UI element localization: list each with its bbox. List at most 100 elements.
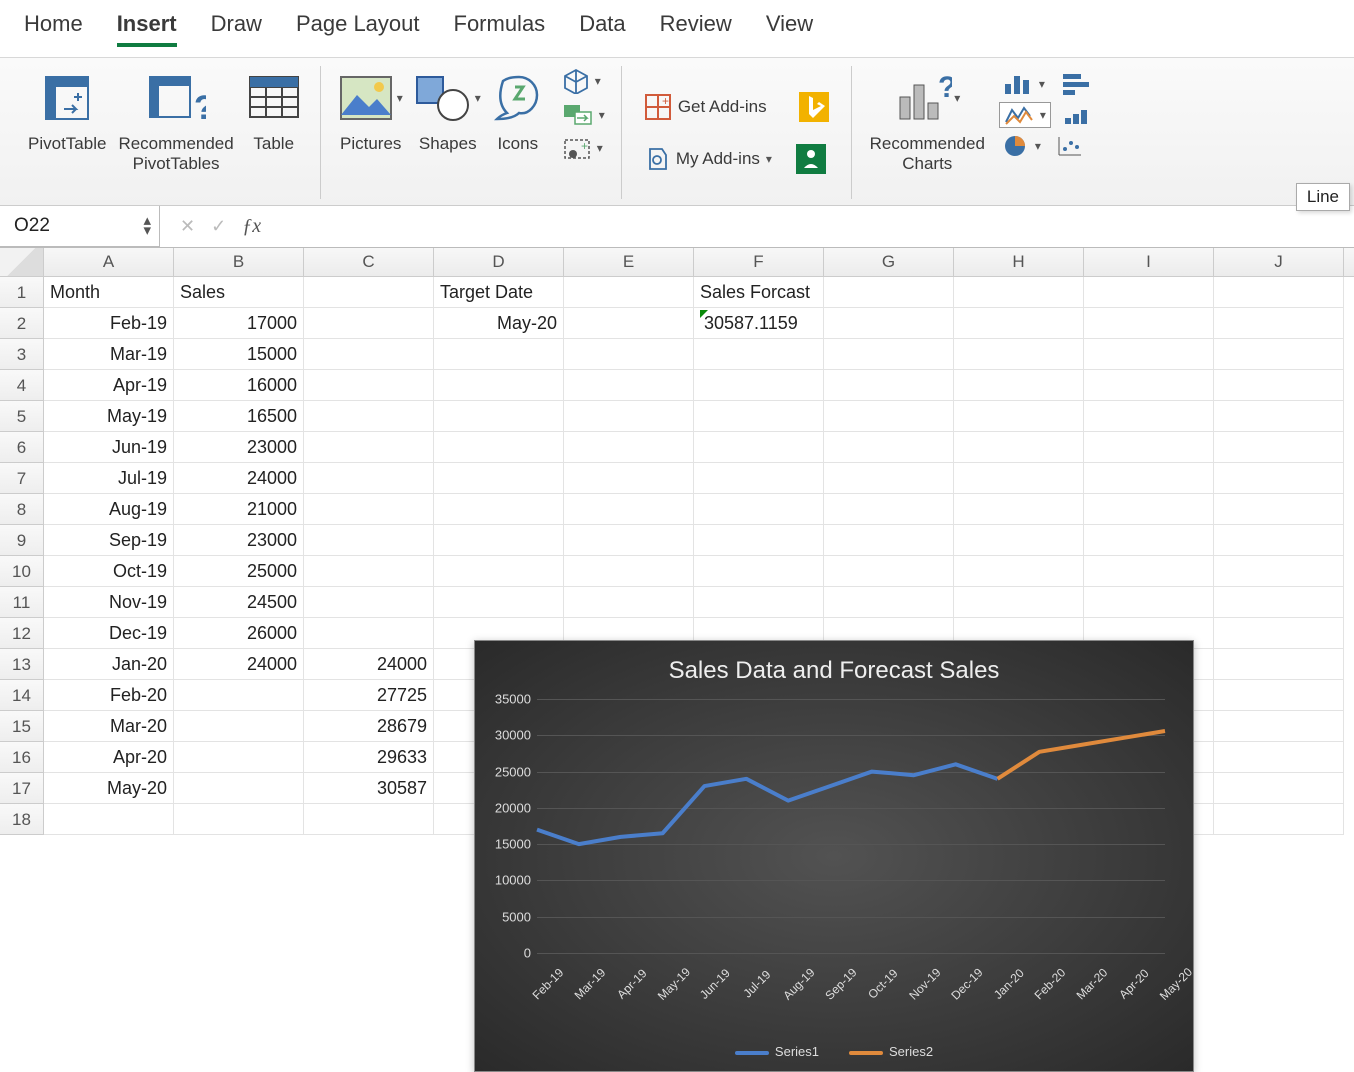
cell-G9[interactable] [824, 525, 954, 556]
cell-E7[interactable] [564, 463, 694, 494]
cell-E9[interactable] [564, 525, 694, 556]
cell-B10[interactable]: 25000 [174, 556, 304, 587]
shapes-button[interactable]: ▾ Shapes [415, 66, 481, 154]
tab-page-layout[interactable]: Page Layout [296, 11, 420, 47]
row-header-5[interactable]: 5 [0, 401, 44, 432]
select-all-corner[interactable] [0, 248, 44, 276]
pivottable-button[interactable]: PivotTable [28, 66, 106, 154]
cell-F1[interactable]: Sales Forcast [694, 277, 824, 308]
cell-D8[interactable] [434, 494, 564, 525]
cell-F7[interactable] [694, 463, 824, 494]
fx-icon[interactable]: ƒx [242, 215, 261, 238]
cell-B1[interactable]: Sales [174, 277, 304, 308]
bar-chart-button[interactable] [1057, 70, 1095, 98]
row-header-12[interactable]: 12 [0, 618, 44, 649]
cell-B12[interactable]: 26000 [174, 618, 304, 649]
cell-A5[interactable]: May-19 [44, 401, 174, 432]
col-header-J[interactable]: J [1214, 248, 1344, 276]
tab-review[interactable]: Review [660, 11, 732, 47]
cell-D1[interactable]: Target Date [434, 277, 564, 308]
cell-H8[interactable] [954, 494, 1084, 525]
cell-G5[interactable] [824, 401, 954, 432]
pictures-button[interactable]: ▾ Pictures [339, 66, 403, 154]
col-header-G[interactable]: G [824, 248, 954, 276]
cell-D2[interactable]: May-20 [434, 308, 564, 339]
cell-G8[interactable] [824, 494, 954, 525]
cell-C1[interactable] [304, 277, 434, 308]
cell-J2[interactable] [1214, 308, 1344, 339]
cell-A3[interactable]: Mar-19 [44, 339, 174, 370]
tab-draw[interactable]: Draw [211, 11, 262, 47]
cell-D10[interactable] [434, 556, 564, 587]
cell-H4[interactable] [954, 370, 1084, 401]
cell-B16[interactable] [174, 742, 304, 773]
cell-F8[interactable] [694, 494, 824, 525]
enter-icon[interactable]: ✓ [211, 216, 226, 237]
row-header-17[interactable]: 17 [0, 773, 44, 804]
cell-C2[interactable] [304, 308, 434, 339]
cell-J3[interactable] [1214, 339, 1344, 370]
cell-F4[interactable] [694, 370, 824, 401]
cell-B9[interactable]: 23000 [174, 525, 304, 556]
cell-B11[interactable]: 24500 [174, 587, 304, 618]
cell-A13[interactable]: Jan-20 [44, 649, 174, 680]
cell-E10[interactable] [564, 556, 694, 587]
cell-D7[interactable] [434, 463, 564, 494]
cell-A2[interactable]: Feb-19 [44, 308, 174, 339]
recommended-pivottables-button[interactable]: ? Recommended PivotTables [118, 66, 233, 173]
cell-I7[interactable] [1084, 463, 1214, 494]
cell-G10[interactable] [824, 556, 954, 587]
cell-I4[interactable] [1084, 370, 1214, 401]
cell-B7[interactable]: 24000 [174, 463, 304, 494]
cell-H10[interactable] [954, 556, 1084, 587]
cell-A14[interactable]: Feb-20 [44, 680, 174, 711]
cell-J10[interactable] [1214, 556, 1344, 587]
cell-H5[interactable] [954, 401, 1084, 432]
cell-B18[interactable] [174, 804, 304, 835]
chart[interactable]: Sales Data and Forecast Sales 0500010000… [474, 640, 1194, 1072]
cell-C16[interactable]: 29633 [304, 742, 434, 773]
cell-H7[interactable] [954, 463, 1084, 494]
cell-A16[interactable]: Apr-20 [44, 742, 174, 773]
cell-J14[interactable] [1214, 680, 1344, 711]
cell-F9[interactable] [694, 525, 824, 556]
cell-J5[interactable] [1214, 401, 1344, 432]
cell-J9[interactable] [1214, 525, 1344, 556]
cell-C7[interactable] [304, 463, 434, 494]
cell-A11[interactable]: Nov-19 [44, 587, 174, 618]
cell-C4[interactable] [304, 370, 434, 401]
cancel-icon[interactable]: ✕ [180, 216, 195, 237]
cell-J13[interactable] [1214, 649, 1344, 680]
cell-J17[interactable] [1214, 773, 1344, 804]
row-header-8[interactable]: 8 [0, 494, 44, 525]
row-header-7[interactable]: 7 [0, 463, 44, 494]
cell-E2[interactable] [564, 308, 694, 339]
cell-F3[interactable] [694, 339, 824, 370]
cell-I3[interactable] [1084, 339, 1214, 370]
cell-E6[interactable] [564, 432, 694, 463]
col-header-A[interactable]: A [44, 248, 174, 276]
cell-J6[interactable] [1214, 432, 1344, 463]
row-header-4[interactable]: 4 [0, 370, 44, 401]
cell-B17[interactable] [174, 773, 304, 804]
cell-F5[interactable] [694, 401, 824, 432]
col-header-F[interactable]: F [694, 248, 824, 276]
name-box-stepper[interactable]: ▴▾ [143, 216, 151, 237]
cell-G7[interactable] [824, 463, 954, 494]
row-header-13[interactable]: 13 [0, 649, 44, 680]
cell-J12[interactable] [1214, 618, 1344, 649]
cell-I6[interactable] [1084, 432, 1214, 463]
scatter-chart-button[interactable] [1053, 132, 1087, 160]
cell-I9[interactable] [1084, 525, 1214, 556]
row-header-16[interactable]: 16 [0, 742, 44, 773]
cell-H3[interactable] [954, 339, 1084, 370]
cell-F11[interactable] [694, 587, 824, 618]
smartart-button[interactable]: ▾ [559, 102, 609, 128]
row-header-2[interactable]: 2 [0, 308, 44, 339]
cell-G3[interactable] [824, 339, 954, 370]
cell-A10[interactable]: Oct-19 [44, 556, 174, 587]
cell-C10[interactable] [304, 556, 434, 587]
cell-B13[interactable]: 24000 [174, 649, 304, 680]
area-chart-button[interactable] [1059, 102, 1097, 128]
col-header-E[interactable]: E [564, 248, 694, 276]
